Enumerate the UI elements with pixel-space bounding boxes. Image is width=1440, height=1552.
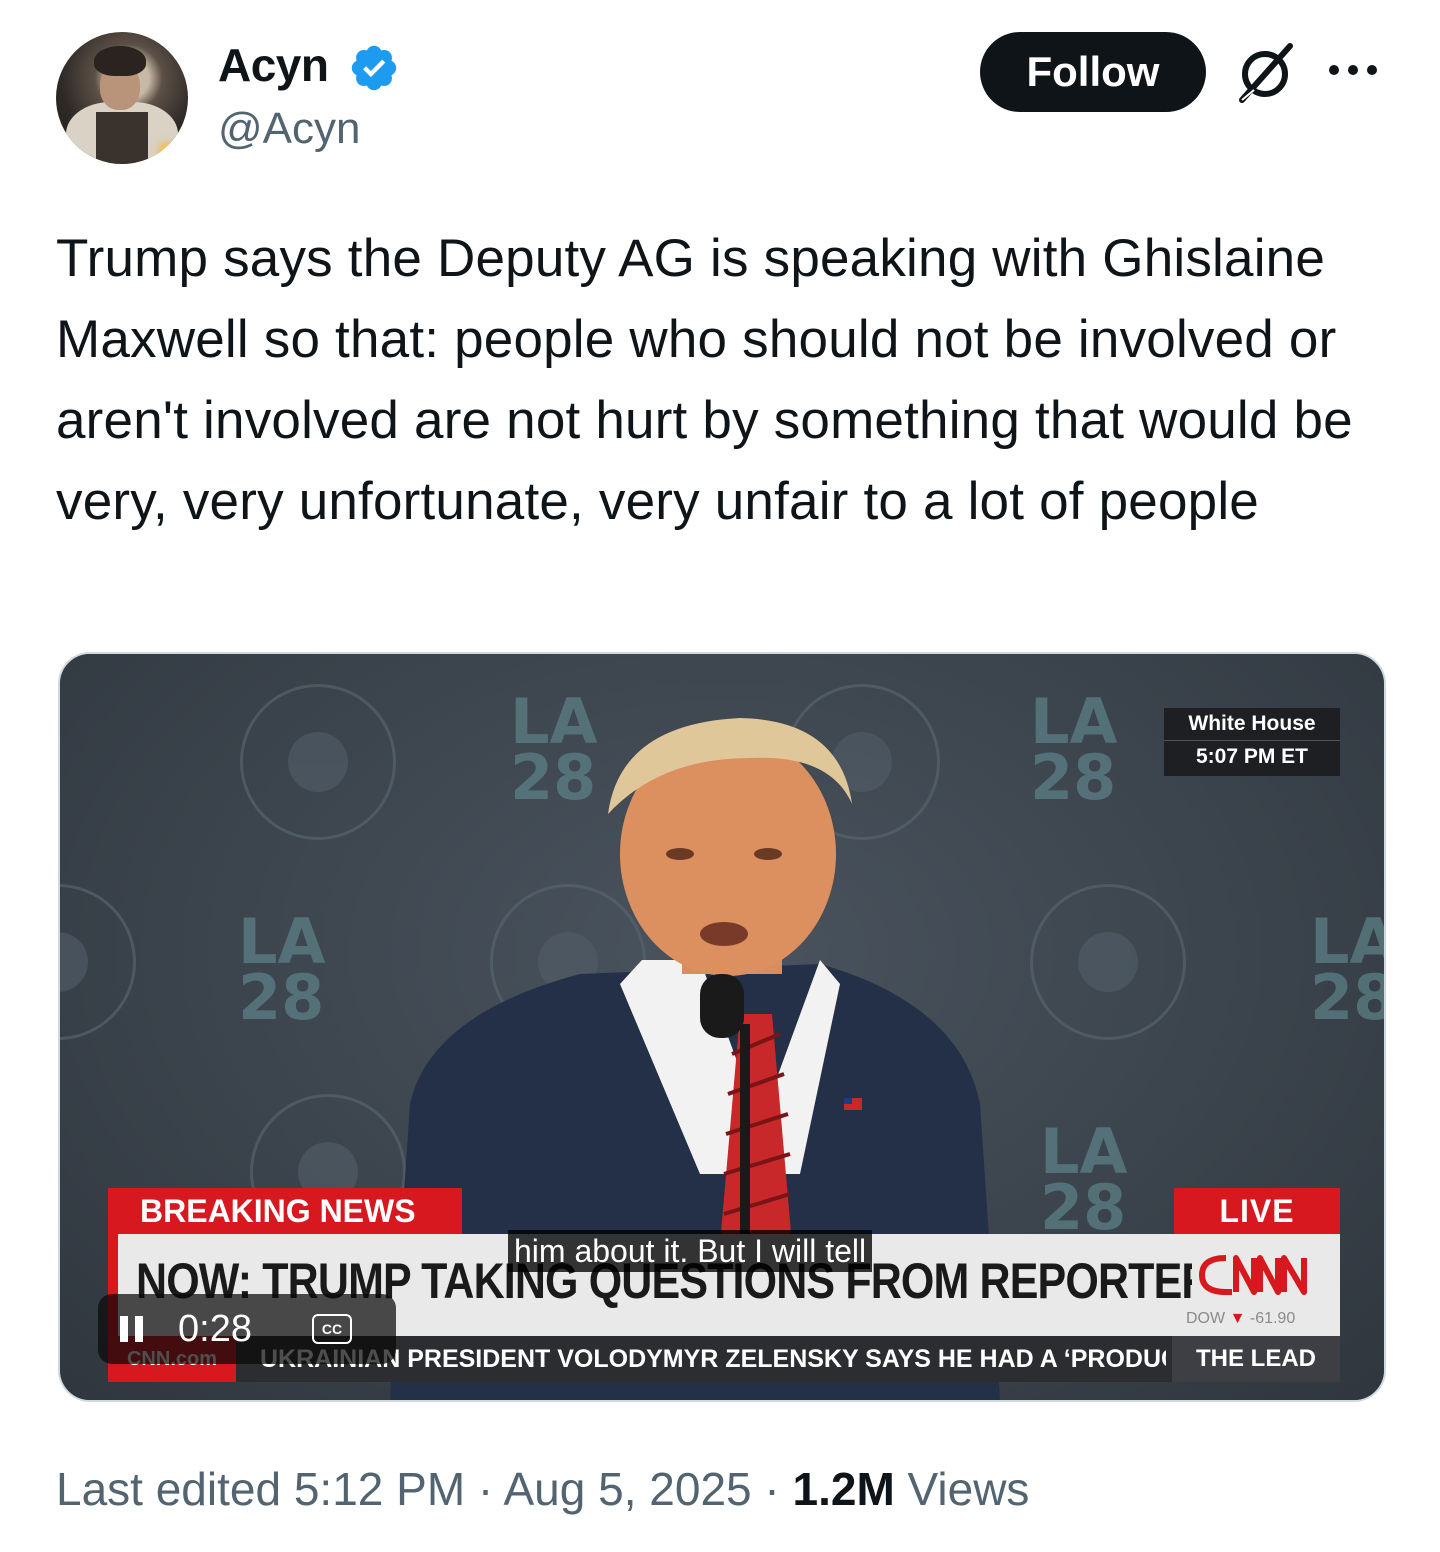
show-name-label: THE LEAD xyxy=(1172,1336,1340,1382)
author-handle[interactable]: @Acyn xyxy=(218,104,360,154)
grok-icon[interactable] xyxy=(1234,40,1298,104)
views-count: 1.2M xyxy=(792,1463,895,1515)
video-player[interactable]: LA28 LA28 LA28 LA28 LA28 White House 5:0… xyxy=(58,652,1386,1402)
author-avatar[interactable] xyxy=(56,32,188,164)
more-options-icon[interactable] xyxy=(1326,60,1380,80)
down-arrow-icon: ▼ xyxy=(1229,1310,1246,1327)
edited-label[interactable]: Last edited xyxy=(56,1463,294,1515)
video-caption: him about it. But I will tell xyxy=(508,1230,873,1272)
verified-badge-icon xyxy=(351,45,397,91)
live-label: LIVE xyxy=(1174,1188,1340,1234)
follow-button[interactable]: Follow xyxy=(980,32,1206,112)
meta-separator: · xyxy=(751,1463,793,1515)
breaking-news-label: BREAKING NEWS xyxy=(108,1188,462,1234)
dow-value: -61.90 xyxy=(1249,1310,1296,1327)
pause-icon[interactable] xyxy=(120,1316,144,1342)
player-controls: 0:28 CC xyxy=(98,1294,396,1364)
tweet-text: Trump says the Deputy AG is speaking wit… xyxy=(56,229,1353,531)
dow-label: DOW xyxy=(1186,1310,1226,1327)
author-name[interactable]: Acyn xyxy=(218,38,329,92)
post-date[interactable]: Aug 5, 2025 xyxy=(504,1463,752,1515)
dow-ticker: DOW ▼ -61.90 xyxy=(1186,1310,1295,1328)
post-time[interactable]: 5:12 PM xyxy=(294,1463,465,1515)
location-time-badge: White House 5:07 PM ET xyxy=(1164,708,1340,776)
closed-captions-button[interactable]: CC xyxy=(311,1314,352,1344)
location-label: White House xyxy=(1188,712,1316,735)
cnn-logo-icon xyxy=(1192,1246,1316,1304)
broadcast-time-label: 5:07 PM ET xyxy=(1164,740,1340,773)
tweet-meta: Last edited 5:12 PM · Aug 5, 2025 · 1.2M… xyxy=(56,1462,1029,1516)
playback-time: 0:28 xyxy=(178,1307,252,1350)
views-label: Views xyxy=(907,1463,1030,1515)
meta-separator: · xyxy=(465,1463,504,1515)
